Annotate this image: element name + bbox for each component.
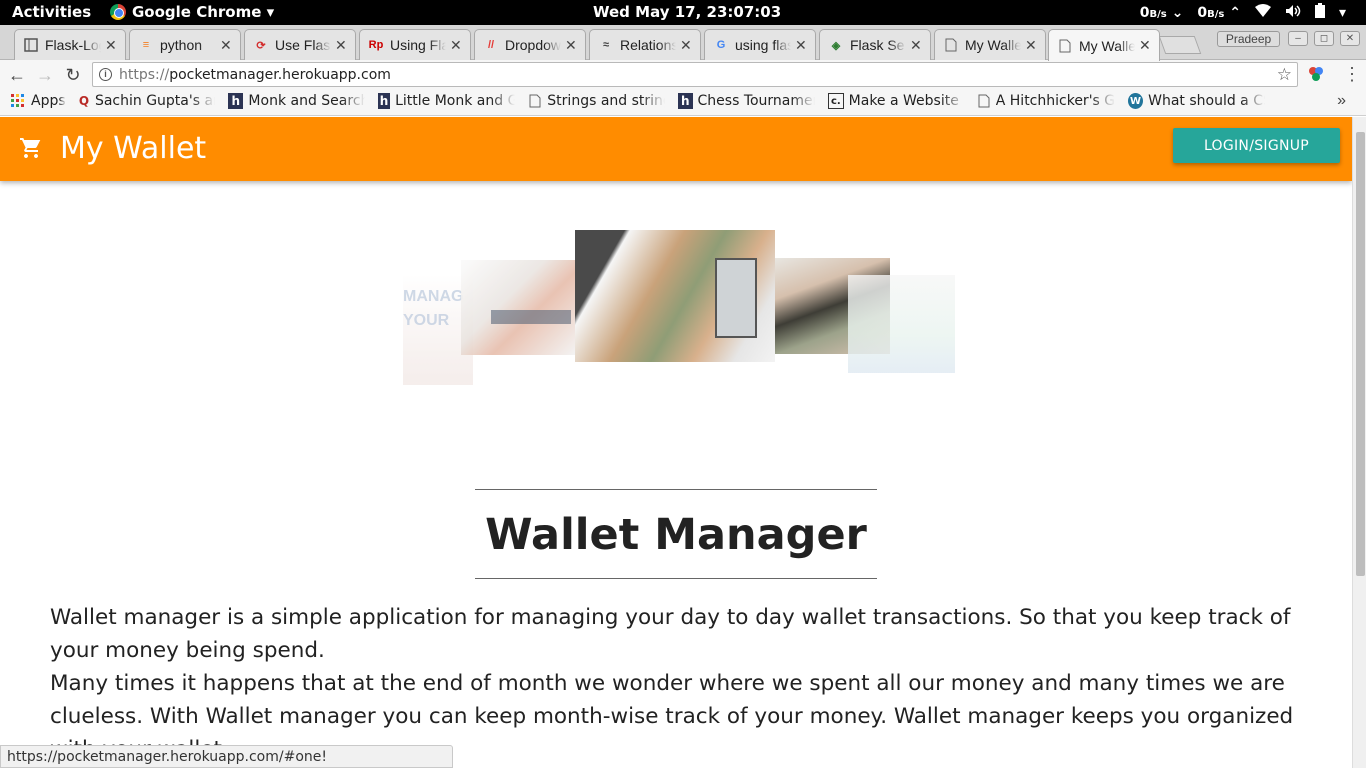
app-menu[interactable]: Google Chrome ▾ — [110, 3, 274, 21]
clock[interactable]: Wed May 17, 23:07:03 — [593, 3, 781, 21]
back-arrow-icon[interactable]: ← — [6, 64, 28, 86]
brand-logo[interactable]: My Wallet — [60, 131, 206, 166]
laptop-hands-photo — [461, 260, 576, 355]
app-navbar: My Wallet LOGIN/SIGNUP — [0, 117, 1352, 181]
tab-using-flask-google[interactable]: G using flask ✕ — [704, 29, 816, 60]
close-icon[interactable]: ✕ — [1139, 37, 1151, 54]
bookmark-hitchhicker[interactable]: A Hitchhicker's Guide — [978, 93, 1115, 109]
page-icon — [943, 37, 959, 53]
quora-icon: Q — [78, 94, 90, 108]
wifi-icon — [1254, 3, 1271, 22]
hackerearth-icon: h — [678, 93, 693, 109]
new-tab-button[interactable] — [1158, 36, 1202, 54]
page-scrollbar[interactable] — [1352, 117, 1366, 768]
materialize-icon: // — [487, 39, 495, 51]
close-icon[interactable]: ✕ — [1025, 37, 1037, 54]
app-menu-label: Google Chrome ▾ — [132, 3, 275, 21]
description-paragraph-1: Wallet manager is a simple application f… — [50, 605, 1291, 663]
bookmark-sachin-gupta[interactable]: Q Sachin Gupta's articles — [78, 93, 215, 109]
bookmark-strings[interactable]: Strings and strings — [528, 93, 665, 109]
page-icon — [528, 93, 542, 109]
scrollbar-thumb[interactable] — [1356, 132, 1365, 576]
google-icon: G — [716, 39, 726, 51]
chevron-down-icon: ▾ — [1338, 4, 1346, 21]
hackerearth-icon: h — [378, 93, 391, 109]
page-icon — [978, 93, 991, 109]
close-icon[interactable]: ✕ — [450, 37, 462, 54]
address-url: https://pocketmanager.herokuapp.com — [119, 67, 391, 83]
system-top-bar: Activities Google Chrome ▾ Wed May 17, 2… — [0, 0, 1366, 25]
money-calculator-photo — [575, 230, 775, 362]
close-icon[interactable]: ✕ — [795, 37, 807, 54]
close-icon[interactable]: ✕ — [335, 37, 347, 54]
flask-icon: ◈ — [831, 39, 841, 52]
bookmark-monk-and-search[interactable]: h Monk and Search — [228, 93, 365, 109]
tab-my-wallet-1[interactable]: My Wallet ✕ — [934, 29, 1046, 60]
stackoverflow-icon: ≡ — [142, 39, 150, 51]
info-icon[interactable]: i — [99, 68, 112, 81]
activities-button[interactable]: Activities — [12, 3, 91, 21]
page-title: Wallet Manager — [485, 510, 867, 560]
codecademy-icon: c. — [828, 93, 844, 109]
more-bookmarks-icon[interactable]: » — [1337, 92, 1346, 110]
tab-use-flask[interactable]: ⟳ Use Flask ✕ — [244, 29, 356, 60]
bookmark-star-icon[interactable]: ☆ — [1277, 65, 1292, 85]
faded-panel-right — [848, 275, 955, 373]
close-icon[interactable]: ✕ — [680, 37, 692, 54]
bookmark-what-should-a-cs[interactable]: W What should a CS — [1128, 93, 1265, 109]
tab-python[interactable]: ≡ python ✕ — [129, 29, 241, 60]
refresh-red-icon: ⟳ — [256, 39, 266, 52]
maximize-icon[interactable]: ◻ — [1314, 31, 1334, 46]
page-viewport: My Wallet LOGIN/SIGNUP MANAGE YOUR MONEY… — [0, 117, 1352, 768]
shopping-cart-icon — [20, 138, 41, 158]
close-icon[interactable]: ✕ — [220, 37, 232, 54]
close-icon[interactable]: ✕ — [105, 37, 117, 54]
close-icon[interactable]: ✕ — [910, 37, 922, 54]
volume-icon — [1285, 4, 1301, 22]
battery-icon — [1314, 3, 1325, 22]
login-signup-button[interactable]: LOGIN/SIGNUP — [1173, 128, 1340, 163]
forward-arrow-icon[interactable]: → — [34, 64, 56, 86]
profile-button[interactable]: Pradeep — [1217, 31, 1280, 47]
sqlalchemy-icon: ≈ — [602, 39, 610, 51]
title-divider-bottom — [475, 578, 877, 579]
description: Wallet manager is a simple application f… — [50, 601, 1310, 766]
wordpress-icon: W — [1128, 93, 1144, 109]
bookmark-chess-tournament[interactable]: h Chess Tournament — [678, 93, 815, 109]
status-bubble: https://pocketmanager.herokuapp.com/#one… — [0, 745, 453, 768]
browser-toolbar: ← → ↻ i https://pocketmanager.herokuapp.… — [0, 60, 1366, 89]
doc-icon — [23, 37, 39, 53]
minimize-icon[interactable]: – — [1288, 31, 1308, 46]
reload-icon[interactable]: ↻ — [62, 64, 84, 86]
bookmarks-bar: Apps Q Sachin Gupta's articles h Monk an… — [0, 89, 1366, 116]
hero-faded-text: MANAGE YOUR MONEY — [403, 288, 463, 329]
net-down-indicator: 0B/s ⌄ — [1139, 4, 1184, 21]
tab-dropdown[interactable]: // Dropdown ✕ — [474, 29, 586, 60]
bookmark-little-monk[interactable]: h Little Monk and Goblet — [378, 93, 515, 109]
tab-flask-se[interactable]: ◈ Flask Se ✕ — [819, 29, 931, 60]
extension-icon[interactable] — [1307, 65, 1325, 83]
close-window-icon[interactable]: ✕ — [1340, 31, 1360, 46]
menu-icon[interactable]: ⋮ — [1343, 64, 1361, 85]
net-up-indicator: 0B/s ⌃ — [1197, 4, 1241, 21]
tab-strip: Flask-Login ✕ ≡ python ✕ ⟳ Use Flask ✕ R… — [0, 25, 1366, 61]
rp-icon: Rp — [368, 39, 384, 51]
apps-grid-icon — [10, 93, 26, 109]
system-tray[interactable]: 0B/s ⌄ 0B/s ⌃ ▾ — [1140, 3, 1346, 22]
tab-my-wallet-active[interactable]: My Wallet ✕ — [1048, 29, 1160, 61]
close-icon[interactable]: ✕ — [565, 37, 577, 54]
tab-relations[interactable]: ≈ Relations ✕ — [589, 29, 701, 60]
page-icon — [1057, 38, 1073, 54]
tab-flask-login[interactable]: Flask-Login ✕ — [14, 29, 126, 60]
hackerearth-icon: h — [228, 93, 244, 109]
address-bar[interactable]: i https://pocketmanager.herokuapp.com ☆ — [92, 62, 1298, 87]
bookmark-apps[interactable]: Apps — [10, 93, 66, 109]
hero-image: MANAGE YOUR MONEY — [403, 230, 955, 390]
title-divider-top — [475, 489, 877, 490]
bookmark-make-a-website[interactable]: c. Make a Website | — [828, 93, 965, 109]
chrome-logo-icon — [110, 4, 126, 20]
tab-using-flask[interactable]: Rp Using Flask ✕ — [359, 29, 471, 60]
